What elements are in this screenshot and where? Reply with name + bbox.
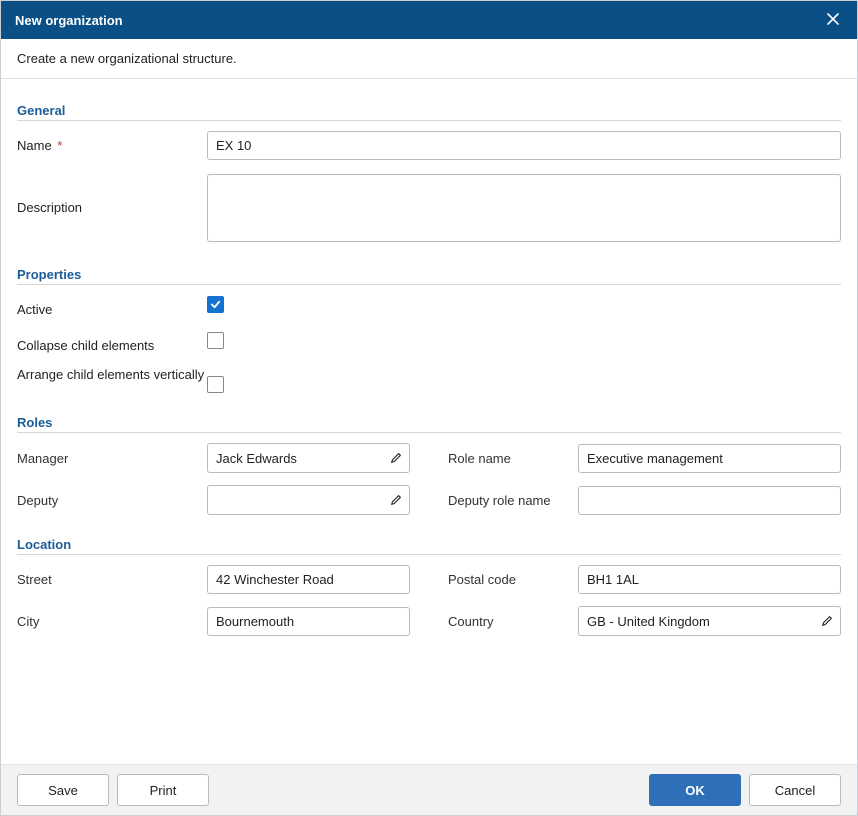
country-picker[interactable]: GB - United Kingdom [578, 606, 841, 636]
row-arrange: Arrange child elements vertically [17, 367, 841, 393]
row-description: Description [17, 174, 841, 245]
field-postal [578, 565, 841, 594]
edit-icon [389, 493, 403, 507]
row-active: Active [17, 295, 841, 317]
field-description [207, 174, 841, 245]
ok-button-label: OK [685, 783, 705, 798]
save-button-label: Save [48, 783, 78, 798]
label-name: Name * [17, 131, 207, 153]
manager-picker[interactable]: Jack Edwards [207, 443, 410, 473]
field-collapse [207, 331, 841, 349]
label-postal: Postal code [448, 572, 578, 587]
active-checkbox[interactable] [207, 296, 224, 313]
street-input[interactable] [207, 565, 410, 594]
close-button[interactable] [823, 10, 843, 30]
field-deputy [207, 485, 410, 515]
collapse-checkbox[interactable] [207, 332, 224, 349]
footer-left: Save Print [17, 774, 209, 806]
field-manager: Jack Edwards [207, 443, 410, 473]
row-loc-2: City Country GB - United Kingdom [17, 606, 841, 636]
label-arrange: Arrange child elements vertically [17, 367, 207, 382]
edit-icon [389, 451, 403, 465]
dialog-subtitle: Create a new organizational structure. [1, 39, 857, 79]
half-postal: Postal code [448, 565, 841, 594]
country-picker-text: GB - United Kingdom [587, 614, 820, 629]
label-description: Description [17, 174, 207, 215]
row-name: Name * [17, 131, 841, 160]
deputyrole-input[interactable] [578, 486, 841, 515]
edit-icon [820, 614, 834, 628]
label-collapse: Collapse child elements [17, 331, 207, 353]
label-deputyrole: Deputy role name [448, 493, 578, 508]
row-loc-1: Street Postal code [17, 565, 841, 594]
label-rolename: Role name [448, 451, 578, 466]
save-button[interactable]: Save [17, 774, 109, 806]
titlebar-title: New organization [15, 13, 123, 28]
city-input[interactable] [207, 607, 410, 636]
row-roles-2: Deputy Deputy role name [17, 485, 841, 515]
half-deputy: Deputy [17, 485, 410, 515]
half-manager: Manager Jack Edwards [17, 443, 410, 473]
row-roles-1: Manager Jack Edwards Role name [17, 443, 841, 473]
label-manager: Manager [17, 451, 207, 466]
cancel-button[interactable]: Cancel [749, 774, 841, 806]
half-street: Street [17, 565, 410, 594]
description-input[interactable] [207, 174, 841, 242]
field-deputyrole [578, 486, 841, 515]
section-header-properties: Properties [17, 263, 841, 285]
field-rolename [578, 444, 841, 473]
section-header-location: Location [17, 533, 841, 555]
field-arrange [207, 367, 841, 393]
label-active: Active [17, 295, 207, 317]
field-name [207, 131, 841, 160]
section-header-general: General [17, 99, 841, 121]
rolename-input[interactable] [578, 444, 841, 473]
label-deputy: Deputy [17, 493, 207, 508]
half-deputyrole: Deputy role name [448, 485, 841, 515]
half-rolename: Role name [448, 443, 841, 473]
cancel-button-label: Cancel [775, 783, 815, 798]
ok-button[interactable]: OK [649, 774, 741, 806]
deputy-picker[interactable] [207, 485, 410, 515]
field-active [207, 295, 841, 313]
dialog: New organization Create a new organizati… [0, 0, 858, 816]
section-header-roles: Roles [17, 411, 841, 433]
row-collapse: Collapse child elements [17, 331, 841, 353]
arrange-checkbox[interactable] [207, 376, 224, 393]
label-city: City [17, 614, 207, 629]
required-asterisk: * [54, 138, 63, 153]
field-country: GB - United Kingdom [578, 606, 841, 636]
print-button[interactable]: Print [117, 774, 209, 806]
name-input[interactable] [207, 131, 841, 160]
close-icon [827, 13, 839, 28]
footer-right: OK Cancel [649, 774, 841, 806]
field-street [207, 565, 410, 594]
label-country: Country [448, 614, 578, 629]
label-name-text: Name [17, 138, 52, 153]
half-city: City [17, 606, 410, 636]
print-button-label: Print [150, 783, 177, 798]
half-country: Country GB - United Kingdom [448, 606, 841, 636]
titlebar: New organization [1, 1, 857, 39]
label-street: Street [17, 572, 207, 587]
manager-picker-text: Jack Edwards [216, 451, 389, 466]
field-city [207, 607, 410, 636]
dialog-footer: Save Print OK Cancel [1, 764, 857, 815]
postal-input[interactable] [578, 565, 841, 594]
dialog-body: General Name * Description Properties Ac… [1, 79, 857, 764]
